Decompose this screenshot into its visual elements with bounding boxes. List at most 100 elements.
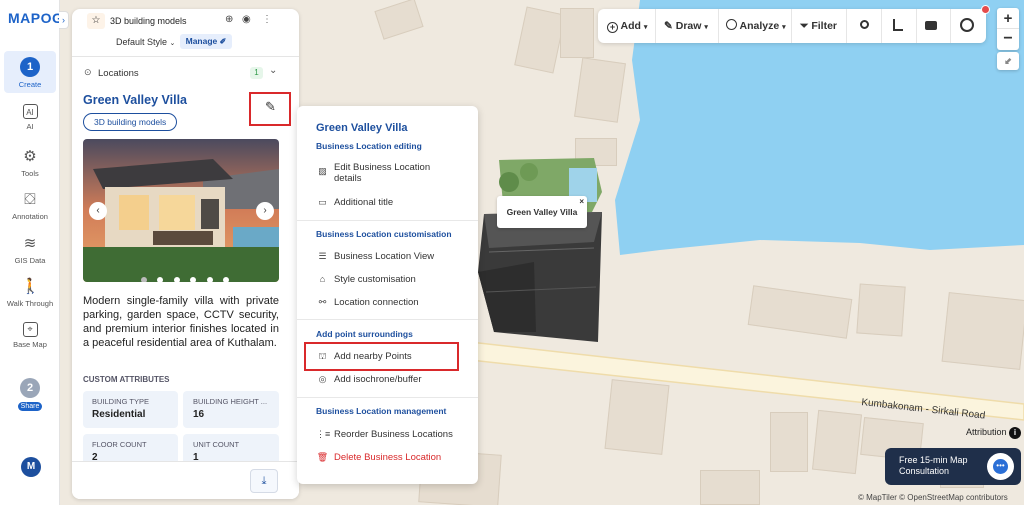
- 3d-villa-model[interactable]: [474, 152, 614, 352]
- add-isochrone-label: Add isochrone/buffer: [334, 374, 422, 385]
- info-icon[interactable]: i: [1009, 427, 1022, 439]
- rail-walk-through[interactable]: 🚶 Walk Through: [4, 278, 56, 308]
- ai-label: AI: [26, 122, 34, 131]
- toolbar-divider: [950, 9, 951, 43]
- map-credits: © MapTiler © OpenStreetMap contributors: [858, 493, 1008, 502]
- building: [560, 8, 594, 58]
- delete-location-item[interactable]: 🗑 Delete Business Location: [316, 450, 441, 464]
- create-label: Create: [18, 80, 42, 89]
- mapog-logo: MAPOG: [8, 10, 64, 26]
- location-connection-label: Location connection: [334, 297, 419, 308]
- filter-button[interactable]: ⏷ Filter: [800, 9, 837, 43]
- style-icon: ⌂: [319, 274, 326, 284]
- gis-data-label: GIS Data: [14, 256, 46, 265]
- carousel-dot[interactable]: [173, 277, 180, 282]
- attribute-label: UNIT COUNT: [193, 440, 240, 449]
- villa-photo: [83, 139, 279, 282]
- toolbar-divider: [846, 9, 847, 43]
- compass-button[interactable]: ⬋: [997, 52, 1019, 70]
- chevron-down-icon: ⌄: [269, 65, 278, 76]
- user-avatar[interactable]: M: [21, 457, 41, 477]
- photo-carousel[interactable]: ‹ ›: [83, 139, 279, 282]
- attribution-link[interactable]: Attribution i: [966, 427, 1022, 439]
- search-button[interactable]: [854, 9, 874, 43]
- rail-share[interactable]: 2 Share: [4, 378, 56, 411]
- zoom-out-button[interactable]: −: [997, 29, 1019, 50]
- base-map-label: Base Map: [13, 340, 47, 349]
- building: [770, 412, 808, 472]
- measure-button[interactable]: [888, 9, 908, 43]
- zoom-control: + −: [997, 8, 1019, 50]
- manage-button[interactable]: Manage ✐: [180, 34, 232, 49]
- caret-down-icon: ▾: [643, 24, 648, 31]
- add-button[interactable]: + Add ▾: [607, 9, 647, 43]
- rail-gis-data[interactable]: ≋ GIS Data: [4, 235, 56, 265]
- rail-base-map[interactable]: ⌖ Base Map: [4, 322, 56, 349]
- building: [574, 57, 626, 123]
- additional-title-item[interactable]: ▭ Additional title: [316, 195, 393, 209]
- pencil-icon: ✎: [664, 20, 673, 32]
- location-view-label: Business Location View: [334, 251, 435, 262]
- collapse-panel-button[interactable]: ›: [59, 11, 69, 29]
- draw-button[interactable]: ✎ Draw ▾: [664, 9, 708, 43]
- location-connection-item[interactable]: ⚯ Location connection: [316, 295, 419, 309]
- consultation-button[interactable]: Free 15-min Map Consultation •••: [885, 448, 1021, 485]
- print-button[interactable]: [921, 9, 941, 43]
- download-button[interactable]: ⤓: [250, 469, 278, 493]
- rail-ai[interactable]: AI AI: [4, 104, 56, 131]
- building: [604, 379, 670, 455]
- filter-label: Filter: [811, 20, 837, 32]
- carousel-dot[interactable]: [157, 277, 164, 282]
- rail-create[interactable]: 1 Create: [4, 51, 56, 93]
- zoom-in-button[interactable]: +: [997, 8, 1019, 29]
- edit-square-icon: ▨: [318, 166, 327, 176]
- trash-icon: 🗑: [316, 452, 329, 462]
- map-type-icon: ☆: [87, 13, 105, 29]
- building: [856, 283, 906, 337]
- carousel-dot[interactable]: [206, 277, 213, 282]
- map-marker-popup[interactable]: Green Valley Villa ×: [497, 196, 587, 228]
- close-icon[interactable]: ×: [579, 186, 584, 218]
- more-vertical-icon[interactable]: ⋮: [262, 14, 272, 25]
- attribute-label: BUILDING HEIGHT ...: [193, 397, 268, 406]
- annotation-label: Annotation: [12, 212, 48, 221]
- step-badge: 1: [20, 57, 40, 77]
- style-customisation-item[interactable]: ⌂ Style customisation: [316, 272, 416, 286]
- analyze-button[interactable]: Analyze ▾: [726, 9, 786, 43]
- panel-divider: [72, 56, 299, 57]
- locations-header[interactable]: ⊙ Locations 1 ⌄: [72, 64, 299, 84]
- rail-tools[interactable]: ⚙ Tools: [4, 148, 56, 178]
- analyze-label: Analyze: [739, 20, 780, 32]
- edit-details-item[interactable]: ▨ Edit Business Location details: [316, 162, 466, 188]
- pencil-icon[interactable]: ✎: [265, 99, 276, 115]
- rail-annotation[interactable]: ⛋ Annotation: [4, 191, 56, 221]
- carousel-dot[interactable]: [190, 277, 197, 282]
- eye-icon[interactable]: ◉: [242, 14, 251, 25]
- paint-bucket-icon: ⛋: [24, 191, 36, 208]
- map-title[interactable]: 3D building models: [110, 16, 187, 26]
- marker-label: Green Valley Villa: [506, 207, 578, 217]
- default-style-label: Default Style: [116, 37, 168, 47]
- add-nearby-points-item[interactable]: ⛫ Add nearby Points: [316, 349, 411, 363]
- locate-button[interactable]: [956, 9, 978, 43]
- caret-down-icon: ▾: [782, 24, 786, 31]
- chat-icon[interactable]: •••: [987, 453, 1014, 480]
- carousel-dot[interactable]: [141, 277, 147, 282]
- default-style-dropdown[interactable]: Default Style ⌄: [116, 37, 175, 47]
- map-layers-icon: ⌖: [22, 322, 38, 337]
- reorder-locations-item[interactable]: ⋮≡ Reorder Business Locations: [316, 427, 453, 441]
- chevron-down-icon: ⌄: [169, 40, 176, 47]
- add-isochrone-item[interactable]: ◎ Add isochrone/buffer: [316, 372, 422, 386]
- carousel-dot[interactable]: [223, 277, 230, 282]
- attribution-label: Attribution: [966, 427, 1007, 437]
- category-tag[interactable]: 3D building models: [83, 113, 178, 131]
- ruler-icon: [893, 19, 903, 31]
- location-view-item[interactable]: ☰ Business Location View: [316, 249, 434, 263]
- zoom-to-icon[interactable]: ⊕: [225, 14, 233, 25]
- walk-through-label: Walk Through: [6, 299, 54, 308]
- building: [941, 292, 1024, 370]
- carousel-next-button[interactable]: ›: [256, 202, 274, 220]
- carousel-prev-button[interactable]: ‹: [89, 202, 107, 220]
- menu-divider: [297, 220, 478, 221]
- delete-location-label: Delete Business Location: [334, 452, 442, 463]
